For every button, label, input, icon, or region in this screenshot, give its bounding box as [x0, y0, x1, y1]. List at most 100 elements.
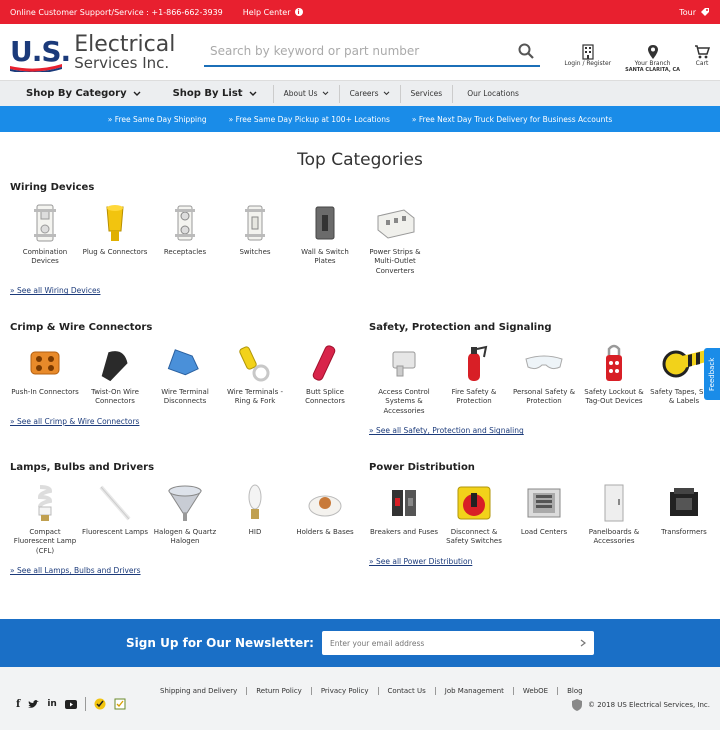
category-hid[interactable]: HID: [220, 481, 290, 556]
footer-link[interactable]: WebOE: [512, 687, 557, 695]
wire-disconnect-icon: [162, 341, 208, 385]
footer-link[interactable]: Blog: [557, 687, 591, 695]
category-wire-terminals-ring-fork[interactable]: Wire Terminals - Ring & Fork: [220, 341, 290, 407]
category-push-in-connectors[interactable]: Push-In Connectors: [10, 341, 80, 407]
norton-check-icon: [94, 698, 106, 710]
switch-icon: [232, 201, 278, 245]
receptacle-icon: [162, 201, 208, 245]
help-center-label: Help Center: [242, 7, 291, 17]
footer-link[interactable]: Privacy Policy: [310, 687, 378, 695]
section-lamps-bulbs-drivers: Lamps, Bulbs and Drivers Compact Fluores…: [10, 462, 360, 575]
your-branch-link[interactable]: Your Branch SANTA CLARITA, CA: [625, 44, 680, 73]
category-receptacles[interactable]: Receptacles: [150, 201, 220, 276]
lockout-hasp-icon: [591, 341, 637, 385]
feedback-tab[interactable]: Feedback: [704, 348, 720, 400]
newsletter-label: Sign Up for Our Newsletter:: [126, 636, 314, 650]
facebook-icon[interactable]: f: [16, 699, 20, 710]
category-wall-switch-plates[interactable]: Wall & Switch Plates: [290, 201, 360, 276]
nav-our-locations[interactable]: Our Locations: [453, 89, 529, 98]
tour-label: Tour: [679, 7, 696, 17]
category-breakers-fuses[interactable]: Breakers and Fuses: [369, 481, 439, 547]
category-holders-bases[interactable]: Holders & Bases: [290, 481, 360, 556]
see-all-power-distribution-link[interactable]: See all Power Distribution: [369, 557, 719, 566]
category-label: HID: [248, 528, 262, 536]
category-panelboards[interactable]: Panelboards & Accessories: [579, 481, 649, 547]
section-power-distribution: Power Distribution Breakers and Fuses Di…: [369, 462, 719, 566]
category-halogen[interactable]: Halogen & Quartz Halogen: [150, 481, 220, 556]
category-label: Wire Terminal Disconnects: [161, 388, 209, 406]
category-load-centers[interactable]: Load Centers: [509, 481, 579, 547]
category-switches[interactable]: Switches: [220, 201, 290, 276]
newsletter-bar: Sign Up for Our Newsletter:: [0, 619, 720, 667]
category-personal-safety[interactable]: Personal Safety & Protection: [509, 341, 579, 416]
main-nav: Shop By Category Shop By List About Us C…: [0, 80, 720, 106]
category-label: Push-In Connectors: [11, 388, 79, 396]
linkedin-icon[interactable]: in: [47, 699, 57, 709]
access-control-icon: [381, 341, 427, 385]
footer-link[interactable]: Job Management: [434, 687, 513, 695]
category-butt-splice-connectors[interactable]: Butt Splice Connectors: [290, 341, 360, 407]
category-label: Plug & Connectors: [82, 248, 148, 256]
promo-item[interactable]: Free Next Day Truck Delivery for Busines…: [412, 115, 612, 124]
footer-link[interactable]: Contact Us: [377, 687, 435, 695]
category-transformers[interactable]: Transformers: [649, 481, 719, 547]
category-fluorescent-lamps[interactable]: Fluorescent Lamps: [80, 481, 150, 556]
category-label: Butt Splice Connectors: [305, 388, 345, 406]
help-center-link[interactable]: Help Center i: [243, 8, 303, 17]
twitter-icon[interactable]: [28, 699, 40, 709]
category-wire-terminal-disconnects[interactable]: Wire Terminal Disconnects: [150, 341, 220, 407]
category-disconnect-safety-switches[interactable]: Disconnect & Safety Switches: [439, 481, 509, 547]
category-twist-on-wire-connectors[interactable]: Twist-On Wire Connectors: [80, 341, 150, 407]
see-all-safety-link[interactable]: See all Safety, Protection and Signaling: [369, 426, 720, 435]
category-label: Halogen & Quartz Halogen: [153, 528, 217, 546]
footer-links: Shipping and Delivery Return Policy Priv…: [160, 687, 592, 695]
newsletter-email-input[interactable]: [329, 638, 580, 648]
info-icon: i: [294, 8, 303, 16]
category-label: Access Control Systems & Accessories: [378, 388, 430, 415]
see-all-wiring-devices-link[interactable]: See all Wiring Devices: [10, 286, 430, 295]
newsletter-box: [321, 631, 594, 655]
nav-shop-by-category[interactable]: Shop By Category: [10, 88, 157, 99]
nav-careers[interactable]: Careers: [340, 89, 400, 98]
see-all-crimp-wire-connectors-link[interactable]: See all Crimp & Wire Connectors: [10, 417, 360, 426]
promo-item[interactable]: Free Same Day Shipping: [108, 115, 207, 124]
butt-splice-icon: [302, 341, 348, 385]
search-icon[interactable]: [518, 43, 534, 59]
fire-extinguisher-icon: [451, 341, 497, 385]
search-input[interactable]: [210, 44, 518, 58]
footer-link[interactable]: Return Policy: [246, 687, 311, 695]
login-register-link[interactable]: Login / Register: [564, 43, 611, 67]
footer: Shipping and Delivery Return Policy Priv…: [0, 667, 720, 730]
logo[interactable]: U.S. Electrical Services Inc.: [10, 33, 180, 72]
youtube-icon[interactable]: [64, 699, 77, 709]
nav-services[interactable]: Services: [401, 89, 453, 98]
support-phone[interactable]: Online Customer Support/Service : +1-866…: [10, 8, 223, 17]
shield-icon: [572, 699, 582, 711]
nav-shop-by-list[interactable]: Shop By List: [157, 88, 273, 99]
cart-link[interactable]: Cart: [694, 44, 710, 67]
branch-label: Your Branch: [634, 59, 671, 67]
category-combination-devices[interactable]: Combination Devices: [10, 201, 80, 276]
footer-divider: [84, 697, 86, 711]
chevron-right-icon[interactable]: [580, 639, 586, 647]
category-power-strips[interactable]: Power Strips & Multi-Outlet Converters: [360, 201, 430, 276]
footer-link[interactable]: Shipping and Delivery: [160, 687, 246, 695]
category-plug-connectors[interactable]: Plug & Connectors: [80, 201, 150, 276]
promo-item[interactable]: Free Same Day Pickup at 100+ Locations: [229, 115, 390, 124]
nav-about-us[interactable]: About Us: [274, 89, 339, 98]
category-cfl[interactable]: Compact Fluorescent Lamp (CFL): [10, 481, 80, 556]
safety-glasses-icon: [521, 341, 567, 385]
header: U.S. Electrical Services Inc. Login / Re…: [0, 24, 720, 80]
category-label: Load Centers: [520, 528, 568, 536]
category-fire-safety[interactable]: Fire Safety & Protection: [439, 341, 509, 416]
category-label: Panelboards & Accessories: [588, 528, 640, 546]
category-label: Combination Devices: [22, 248, 68, 266]
logo-us: U.S.: [10, 38, 71, 72]
section-title: Crimp & Wire Connectors: [10, 322, 153, 333]
category-safety-lockout[interactable]: Safety Lockout & Tag-Out Devices: [579, 341, 649, 416]
see-all-lamps-link[interactable]: See all Lamps, Bulbs and Drivers: [10, 566, 360, 575]
section-wiring-devices: Wiring Devices Combination Devices Plug …: [10, 182, 430, 295]
tour-link[interactable]: Tour: [679, 7, 710, 17]
category-label: Personal Safety & Protection: [512, 388, 576, 406]
category-access-control[interactable]: Access Control Systems & Accessories: [369, 341, 439, 416]
